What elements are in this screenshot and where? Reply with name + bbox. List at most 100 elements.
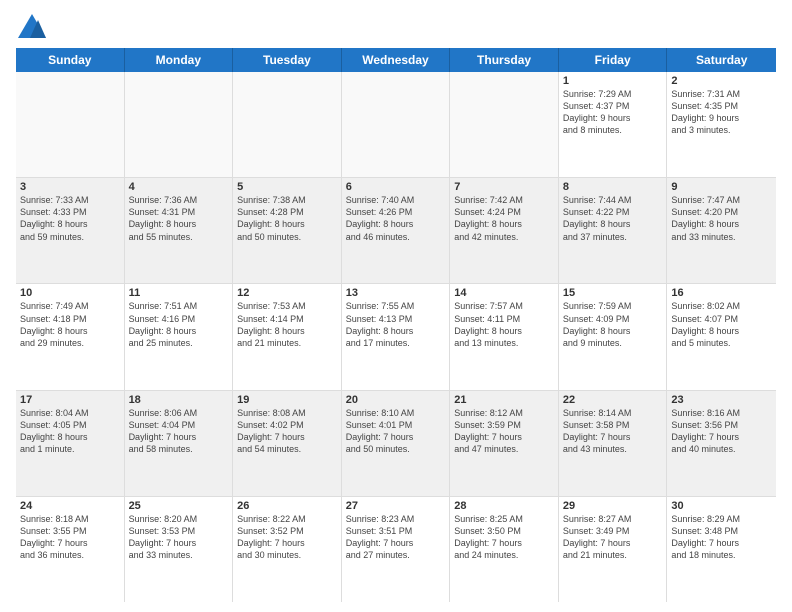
calendar-cell: 15Sunrise: 7:59 AM Sunset: 4:09 PM Dayli… [559, 284, 668, 389]
day-number: 8 [563, 181, 663, 193]
calendar-cell [16, 72, 125, 177]
day-info: Sunrise: 7:44 AM Sunset: 4:22 PM Dayligh… [563, 194, 663, 243]
day-number: 5 [237, 181, 337, 193]
day-number: 18 [129, 394, 229, 406]
calendar-cell: 19Sunrise: 8:08 AM Sunset: 4:02 PM Dayli… [233, 391, 342, 496]
day-info: Sunrise: 8:16 AM Sunset: 3:56 PM Dayligh… [671, 407, 772, 456]
day-info: Sunrise: 8:02 AM Sunset: 4:07 PM Dayligh… [671, 300, 772, 349]
logo [16, 12, 52, 40]
calendar-cell: 6Sunrise: 7:40 AM Sunset: 4:26 PM Daylig… [342, 178, 451, 283]
calendar-header-cell: Thursday [450, 48, 559, 72]
calendar-cell: 25Sunrise: 8:20 AM Sunset: 3:53 PM Dayli… [125, 497, 234, 602]
calendar-header-cell: Sunday [16, 48, 125, 72]
day-number: 17 [20, 394, 120, 406]
calendar-cell: 27Sunrise: 8:23 AM Sunset: 3:51 PM Dayli… [342, 497, 451, 602]
day-info: Sunrise: 8:25 AM Sunset: 3:50 PM Dayligh… [454, 513, 554, 562]
day-info: Sunrise: 7:29 AM Sunset: 4:37 PM Dayligh… [563, 88, 663, 137]
day-info: Sunrise: 8:04 AM Sunset: 4:05 PM Dayligh… [20, 407, 120, 456]
calendar-cell: 29Sunrise: 8:27 AM Sunset: 3:49 PM Dayli… [559, 497, 668, 602]
day-number: 4 [129, 181, 229, 193]
day-info: Sunrise: 8:29 AM Sunset: 3:48 PM Dayligh… [671, 513, 772, 562]
calendar-header-cell: Wednesday [342, 48, 451, 72]
day-number: 9 [671, 181, 772, 193]
day-info: Sunrise: 8:23 AM Sunset: 3:51 PM Dayligh… [346, 513, 446, 562]
calendar-cell: 10Sunrise: 7:49 AM Sunset: 4:18 PM Dayli… [16, 284, 125, 389]
day-number: 20 [346, 394, 446, 406]
day-number: 1 [563, 75, 663, 87]
day-info: Sunrise: 7:47 AM Sunset: 4:20 PM Dayligh… [671, 194, 772, 243]
calendar-cell: 17Sunrise: 8:04 AM Sunset: 4:05 PM Dayli… [16, 391, 125, 496]
calendar-header-cell: Tuesday [233, 48, 342, 72]
calendar-cell: 12Sunrise: 7:53 AM Sunset: 4:14 PM Dayli… [233, 284, 342, 389]
day-number: 23 [671, 394, 772, 406]
day-info: Sunrise: 8:12 AM Sunset: 3:59 PM Dayligh… [454, 407, 554, 456]
day-info: Sunrise: 7:31 AM Sunset: 4:35 PM Dayligh… [671, 88, 772, 137]
day-info: Sunrise: 8:27 AM Sunset: 3:49 PM Dayligh… [563, 513, 663, 562]
day-number: 13 [346, 287, 446, 299]
calendar-cell: 2Sunrise: 7:31 AM Sunset: 4:35 PM Daylig… [667, 72, 776, 177]
calendar-cell: 8Sunrise: 7:44 AM Sunset: 4:22 PM Daylig… [559, 178, 668, 283]
day-number: 25 [129, 500, 229, 512]
calendar-cell: 22Sunrise: 8:14 AM Sunset: 3:58 PM Dayli… [559, 391, 668, 496]
day-info: Sunrise: 8:08 AM Sunset: 4:02 PM Dayligh… [237, 407, 337, 456]
day-info: Sunrise: 7:33 AM Sunset: 4:33 PM Dayligh… [20, 194, 120, 243]
day-number: 16 [671, 287, 772, 299]
calendar: SundayMondayTuesdayWednesdayThursdayFrid… [16, 48, 776, 602]
day-info: Sunrise: 7:57 AM Sunset: 4:11 PM Dayligh… [454, 300, 554, 349]
calendar-header-cell: Monday [125, 48, 234, 72]
day-number: 7 [454, 181, 554, 193]
calendar-header-cell: Friday [559, 48, 668, 72]
calendar-cell: 21Sunrise: 8:12 AM Sunset: 3:59 PM Dayli… [450, 391, 559, 496]
day-number: 3 [20, 181, 120, 193]
calendar-cell: 18Sunrise: 8:06 AM Sunset: 4:04 PM Dayli… [125, 391, 234, 496]
day-number: 12 [237, 287, 337, 299]
calendar-header-cell: Saturday [667, 48, 776, 72]
calendar-cell: 30Sunrise: 8:29 AM Sunset: 3:48 PM Dayli… [667, 497, 776, 602]
day-number: 29 [563, 500, 663, 512]
calendar-cell: 4Sunrise: 7:36 AM Sunset: 4:31 PM Daylig… [125, 178, 234, 283]
day-info: Sunrise: 8:20 AM Sunset: 3:53 PM Dayligh… [129, 513, 229, 562]
calendar-cell: 5Sunrise: 7:38 AM Sunset: 4:28 PM Daylig… [233, 178, 342, 283]
day-info: Sunrise: 7:55 AM Sunset: 4:13 PM Dayligh… [346, 300, 446, 349]
calendar-header: SundayMondayTuesdayWednesdayThursdayFrid… [16, 48, 776, 72]
header [16, 12, 776, 40]
calendar-row: 10Sunrise: 7:49 AM Sunset: 4:18 PM Dayli… [16, 284, 776, 390]
calendar-cell: 1Sunrise: 7:29 AM Sunset: 4:37 PM Daylig… [559, 72, 668, 177]
calendar-cell: 3Sunrise: 7:33 AM Sunset: 4:33 PM Daylig… [16, 178, 125, 283]
day-info: Sunrise: 7:38 AM Sunset: 4:28 PM Dayligh… [237, 194, 337, 243]
day-number: 24 [20, 500, 120, 512]
day-info: Sunrise: 7:42 AM Sunset: 4:24 PM Dayligh… [454, 194, 554, 243]
day-number: 28 [454, 500, 554, 512]
day-info: Sunrise: 7:49 AM Sunset: 4:18 PM Dayligh… [20, 300, 120, 349]
page: SundayMondayTuesdayWednesdayThursdayFrid… [0, 0, 792, 612]
day-number: 22 [563, 394, 663, 406]
day-number: 26 [237, 500, 337, 512]
day-number: 19 [237, 394, 337, 406]
day-number: 14 [454, 287, 554, 299]
day-info: Sunrise: 7:36 AM Sunset: 4:31 PM Dayligh… [129, 194, 229, 243]
calendar-cell: 9Sunrise: 7:47 AM Sunset: 4:20 PM Daylig… [667, 178, 776, 283]
calendar-cell [450, 72, 559, 177]
day-info: Sunrise: 7:59 AM Sunset: 4:09 PM Dayligh… [563, 300, 663, 349]
day-number: 10 [20, 287, 120, 299]
calendar-cell: 20Sunrise: 8:10 AM Sunset: 4:01 PM Dayli… [342, 391, 451, 496]
day-number: 2 [671, 75, 772, 87]
calendar-cell: 23Sunrise: 8:16 AM Sunset: 3:56 PM Dayli… [667, 391, 776, 496]
day-info: Sunrise: 8:18 AM Sunset: 3:55 PM Dayligh… [20, 513, 120, 562]
calendar-row: 17Sunrise: 8:04 AM Sunset: 4:05 PM Dayli… [16, 391, 776, 497]
calendar-cell: 28Sunrise: 8:25 AM Sunset: 3:50 PM Dayli… [450, 497, 559, 602]
day-number: 21 [454, 394, 554, 406]
calendar-cell: 16Sunrise: 8:02 AM Sunset: 4:07 PM Dayli… [667, 284, 776, 389]
calendar-row: 24Sunrise: 8:18 AM Sunset: 3:55 PM Dayli… [16, 497, 776, 602]
day-info: Sunrise: 8:14 AM Sunset: 3:58 PM Dayligh… [563, 407, 663, 456]
day-info: Sunrise: 8:10 AM Sunset: 4:01 PM Dayligh… [346, 407, 446, 456]
day-number: 15 [563, 287, 663, 299]
calendar-cell: 11Sunrise: 7:51 AM Sunset: 4:16 PM Dayli… [125, 284, 234, 389]
logo-icon [16, 12, 48, 40]
day-info: Sunrise: 8:06 AM Sunset: 4:04 PM Dayligh… [129, 407, 229, 456]
calendar-cell [125, 72, 234, 177]
calendar-row: 1Sunrise: 7:29 AM Sunset: 4:37 PM Daylig… [16, 72, 776, 178]
calendar-cell: 13Sunrise: 7:55 AM Sunset: 4:13 PM Dayli… [342, 284, 451, 389]
day-info: Sunrise: 7:40 AM Sunset: 4:26 PM Dayligh… [346, 194, 446, 243]
calendar-body: 1Sunrise: 7:29 AM Sunset: 4:37 PM Daylig… [16, 72, 776, 602]
